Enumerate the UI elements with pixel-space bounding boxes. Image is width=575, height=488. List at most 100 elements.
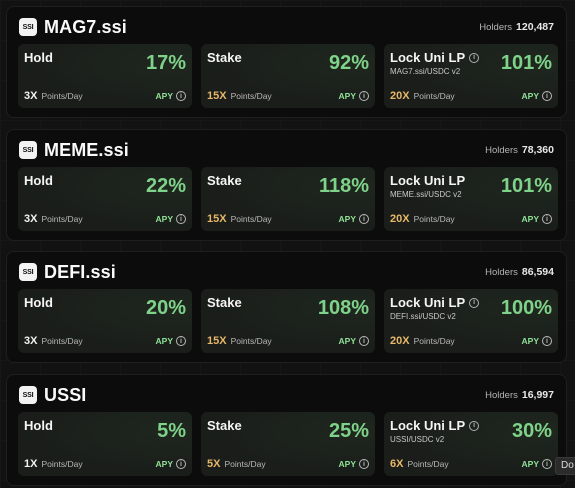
info-icon[interactable]: i: [542, 336, 552, 346]
holders-label: Holders: [485, 145, 518, 156]
info-icon[interactable]: i: [469, 52, 480, 63]
lock-lp-card[interactable]: Lock Uni LP i USSI/USDC v2 30% 6X Points/…: [384, 412, 558, 476]
holders-value: 16,997: [521, 389, 554, 401]
apy-info[interactable]: APY i: [339, 91, 369, 101]
points-per-day-label: Points/Day: [230, 336, 272, 346]
panel-title: MAG7.ssi: [44, 16, 127, 37]
holders-label: Holders: [479, 22, 513, 33]
apy-info[interactable]: APY i: [522, 91, 552, 101]
points-per-day-label: Points/Day: [224, 459, 266, 469]
hold-card[interactable]: Hold 20% 3X Points/Day APY i: [18, 289, 192, 353]
panel-title: DEFI.ssi: [44, 261, 116, 282]
info-icon[interactable]: i: [176, 91, 186, 101]
apy-info[interactable]: APY i: [522, 214, 552, 224]
apy-info[interactable]: APY i: [339, 214, 369, 224]
holders-value: 120,487: [516, 21, 554, 33]
hold-apy-value: 5%: [157, 420, 186, 442]
hold-apy-value: 17%: [145, 52, 186, 74]
ssi-logo-icon: SSI: [19, 18, 37, 36]
lp-pair-label: USSI/USDC v2: [390, 435, 445, 444]
panel-header: SSI DEFI.ssi Holders 86,594: [19, 259, 554, 285]
panel-title: USSI: [44, 384, 87, 405]
info-icon[interactable]: i: [542, 459, 552, 469]
holders-count: Holders 78,360: [485, 144, 554, 156]
hold-card[interactable]: Hold 22% 3X Points/Day APY i: [18, 167, 192, 231]
hold-apy-value: 22%: [145, 175, 186, 197]
points-per-day-label: Points/Day: [413, 336, 455, 346]
info-icon[interactable]: i: [469, 297, 480, 308]
points-multiplier: 20X: [390, 335, 410, 347]
info-icon[interactable]: i: [359, 459, 369, 469]
info-icon[interactable]: i: [542, 214, 552, 224]
stake-label: Stake: [207, 295, 242, 310]
points-per-day-label: Points/Day: [413, 214, 455, 224]
hold-card[interactable]: Hold 17% 3X Points/Day APY i: [18, 44, 192, 108]
lock-label: Lock Uni LP i: [390, 418, 480, 433]
lp-pair-label: DEFI.ssi/USDC v2: [390, 312, 456, 321]
apy-info[interactable]: APY i: [156, 91, 186, 101]
stake-apy-value: 25%: [328, 420, 369, 442]
ssi-logo-icon: SSI: [19, 386, 37, 404]
stake-card[interactable]: Stake 118% 15X Points/Day APY i: [201, 167, 375, 231]
info-icon[interactable]: i: [469, 420, 480, 431]
stake-card[interactable]: Stake 92% 15X Points/Day APY i: [201, 44, 375, 108]
lock-lp-card[interactable]: Lock Uni LP i MAG7.ssi/USDC v2 101% 20X P…: [384, 44, 558, 108]
lock-label: Lock Uni LP i: [390, 50, 480, 65]
points-multiplier: 15X: [207, 335, 227, 347]
apy-info[interactable]: APY i: [339, 336, 369, 346]
points-multiplier: 3X: [24, 90, 38, 102]
apy-info[interactable]: APY i: [156, 459, 186, 469]
apy-info[interactable]: APY i: [522, 336, 552, 346]
stake-apy-value: 92%: [328, 52, 369, 74]
points-per-day-label: Points/Day: [41, 459, 83, 469]
points-per-day-label: Points/Day: [230, 214, 272, 224]
ssi-logo-icon: SSI: [19, 263, 37, 281]
points-multiplier: 1X: [24, 458, 38, 470]
points-per-day-label: Points/Day: [41, 336, 83, 346]
lock-lp-card[interactable]: Lock Uni LP MEME.ssi/USDC v2 101% 20X Po…: [384, 167, 558, 231]
lock-apy-value: 30%: [511, 420, 552, 442]
hold-label: Hold: [24, 418, 53, 433]
points-per-day-label: Points/Day: [41, 214, 83, 224]
info-icon[interactable]: i: [542, 91, 552, 101]
points-multiplier: 3X: [24, 213, 38, 225]
hold-card[interactable]: Hold 5% 1X Points/Day APY i: [18, 412, 192, 476]
panel-title: MEME.ssi: [44, 139, 129, 160]
stake-label: Stake: [207, 50, 242, 65]
pool-panel-mag7: SSI MAG7.ssi Holders 120,487 Hold 17% 3X…: [6, 6, 567, 118]
stake-label: Stake: [207, 418, 242, 433]
info-icon[interactable]: i: [176, 214, 186, 224]
info-icon[interactable]: i: [359, 91, 369, 101]
info-icon[interactable]: i: [359, 336, 369, 346]
points-per-day-label: Points/Day: [413, 91, 455, 101]
points-multiplier: 3X: [24, 335, 38, 347]
points-multiplier: 15X: [207, 90, 227, 102]
points-per-day-label: Points/Day: [407, 459, 449, 469]
info-icon[interactable]: i: [359, 214, 369, 224]
stake-apy-value: 118%: [318, 175, 369, 197]
apy-info[interactable]: APY i: [339, 459, 369, 469]
panel-header: SSI MEME.ssi Holders 78,360: [19, 137, 554, 163]
stake-card[interactable]: Stake 25% 5X Points/Day APY i: [201, 412, 375, 476]
lock-label: Lock Uni LP i: [390, 295, 480, 310]
points-per-day-label: Points/Day: [41, 91, 83, 101]
hold-label: Hold: [24, 295, 53, 310]
holders-label: Holders: [485, 267, 518, 278]
apy-info[interactable]: APY i: [522, 459, 552, 469]
lock-lp-card[interactable]: Lock Uni LP i DEFI.ssi/USDC v2 100% 20X P…: [384, 289, 558, 353]
points-multiplier: 20X: [390, 90, 410, 102]
hold-label: Hold: [24, 50, 53, 65]
pool-panel-ussi: SSI USSI Holders 16,997 Hold 5% 1X Point…: [6, 374, 567, 486]
points-per-day-label: Points/Day: [230, 91, 272, 101]
holders-label: Holders: [485, 390, 518, 401]
info-icon[interactable]: i: [176, 459, 186, 469]
apy-info[interactable]: APY i: [156, 336, 186, 346]
info-icon[interactable]: i: [176, 336, 186, 346]
lock-label: Lock Uni LP: [390, 173, 466, 188]
stake-card[interactable]: Stake 108% 15X Points/Day APY i: [201, 289, 375, 353]
hold-label: Hold: [24, 173, 53, 188]
holders-count: Holders 120,487: [479, 21, 554, 33]
holders-count: Holders 86,594: [485, 266, 554, 278]
apy-info[interactable]: APY i: [156, 214, 186, 224]
ssi-logo-icon: SSI: [19, 141, 37, 159]
